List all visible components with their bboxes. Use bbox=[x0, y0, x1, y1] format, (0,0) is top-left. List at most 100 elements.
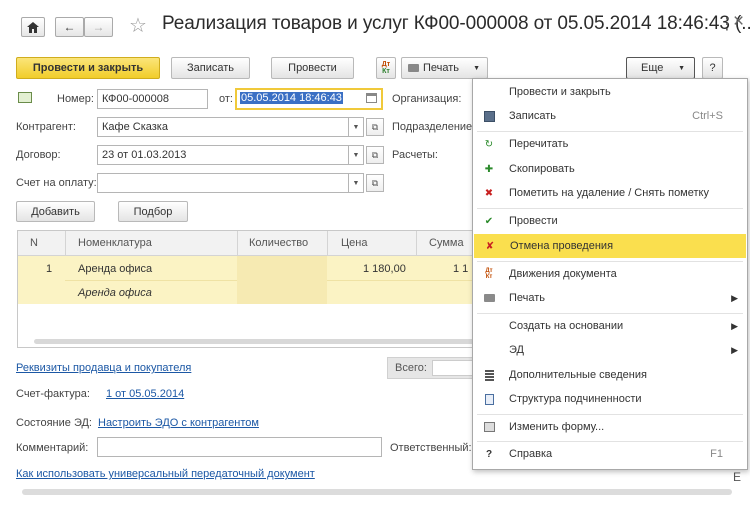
chevron-down-icon: ▼ bbox=[473, 64, 480, 72]
counterparty-open-button[interactable]: ⧉ bbox=[366, 118, 384, 136]
contract-label: Договор: bbox=[16, 149, 61, 161]
edge-label: Е bbox=[733, 470, 742, 484]
total-box: Всего: bbox=[387, 357, 478, 379]
contract-field[interactable]: 23 от 01.03.2013 bbox=[97, 145, 349, 165]
movements-icon: Дт Кт bbox=[485, 268, 493, 280]
row-price[interactable]: 1 180,00 bbox=[363, 263, 406, 275]
menu-item-save[interactable]: Записать Ctrl+S bbox=[473, 104, 747, 128]
counterparty-field[interactable]: Кафе Сказка bbox=[97, 117, 349, 137]
help-icon: ? bbox=[485, 448, 493, 460]
invoice-label: Счет на оплату: bbox=[16, 177, 97, 189]
pick-button[interactable]: Подбор bbox=[118, 201, 188, 222]
calendar-icon[interactable] bbox=[366, 93, 377, 103]
submenu-arrow-icon: ▶ bbox=[731, 292, 738, 303]
menu-item-ed[interactable]: ЭД ▶ bbox=[473, 338, 747, 362]
contract-dropdown[interactable]: ▼ bbox=[349, 145, 364, 165]
table-row[interactable]: 1 Аренда офиса Аренда офиса 1 180,00 1 1 bbox=[18, 256, 476, 304]
division-label: Подразделение: bbox=[392, 121, 476, 133]
upd-help-link[interactable]: Как использовать универсальный передаточ… bbox=[16, 468, 315, 480]
row-item-detail[interactable]: Аренда офиса bbox=[78, 287, 152, 299]
menu-item-post-and-close[interactable]: Провести и закрыть bbox=[473, 80, 747, 104]
more-button[interactable]: Еще ▼ bbox=[626, 57, 695, 79]
column-header-qty[interactable]: Количество bbox=[249, 237, 308, 249]
column-header-item[interactable]: Номенклатура bbox=[78, 237, 152, 249]
menu-item-mark-delete[interactable]: ✖ Пометить на удаление / Снять пометку bbox=[473, 181, 747, 205]
menu-item-copy[interactable]: ✚ Скопировать bbox=[473, 157, 747, 181]
submenu-arrow-icon: ▶ bbox=[731, 320, 738, 331]
menu-item-create-based[interactable]: Создать на основании ▶ bbox=[473, 314, 747, 338]
organization-label: Организация: bbox=[392, 93, 462, 105]
page-title: Реализация товаров и услуг КФ00-000008 о… bbox=[162, 13, 750, 34]
save-icon bbox=[482, 109, 496, 123]
post-button[interactable]: Провести bbox=[271, 57, 354, 79]
table-header: N Номенклатура Количество Цена Сумма bbox=[18, 231, 476, 256]
table-scrollbar[interactable] bbox=[34, 339, 476, 344]
home-icon bbox=[27, 21, 39, 33]
movements-icon: Дт Кт bbox=[381, 61, 391, 75]
invoice-field[interactable] bbox=[97, 173, 349, 193]
invoice-open-button[interactable]: ⧉ bbox=[366, 174, 384, 192]
edo-label: Состояние ЭД: bbox=[16, 417, 92, 429]
menu-item-print[interactable]: Печать ▶ bbox=[473, 286, 747, 310]
menu-item-movements[interactable]: Дт Кт Движения документа bbox=[473, 262, 747, 286]
counterparty-dropdown[interactable]: ▼ bbox=[349, 117, 364, 137]
print-button[interactable]: Печать ▼ bbox=[401, 57, 488, 79]
row-sum[interactable]: 1 1 bbox=[453, 263, 468, 275]
number-field[interactable]: КФ00-000008 bbox=[97, 89, 208, 109]
date-label: от: bbox=[219, 93, 233, 105]
chevron-down-icon: ▼ bbox=[352, 123, 360, 131]
contract-open-button[interactable]: ⧉ bbox=[366, 146, 384, 164]
chevron-down-icon: ▼ bbox=[352, 151, 360, 159]
post-and-close-button[interactable]: Провести и закрыть bbox=[16, 57, 160, 79]
forward-button[interactable]: → bbox=[84, 17, 113, 37]
printer-icon bbox=[482, 291, 496, 305]
total-label: Всего: bbox=[395, 362, 427, 374]
menu-item-structure[interactable]: Структура подчиненности bbox=[473, 387, 747, 411]
movements-button[interactable]: Дт Кт bbox=[376, 57, 396, 79]
row-item[interactable]: Аренда офиса bbox=[78, 263, 152, 275]
menu-item-help[interactable]: ? Справка F1 bbox=[473, 442, 747, 466]
help-button[interactable]: ? bbox=[702, 57, 723, 79]
more-actions-menu: Провести и закрыть Записать Ctrl+S ↻ Пер… bbox=[472, 78, 748, 470]
document-icon bbox=[18, 92, 32, 103]
edo-link[interactable]: Настроить ЭДО с контрагентом bbox=[98, 417, 259, 429]
column-header-sum[interactable]: Сумма bbox=[429, 237, 464, 249]
add-button[interactable]: Добавить bbox=[16, 201, 95, 222]
counterparty-label: Контрагент: bbox=[16, 121, 76, 133]
menu-item-change-form[interactable]: Изменить форму... bbox=[473, 415, 747, 439]
arrow-left-icon: ← bbox=[63, 20, 76, 34]
goods-table[interactable]: N Номенклатура Количество Цена Сумма 1 А… bbox=[17, 230, 477, 348]
printer-icon bbox=[408, 64, 419, 72]
structure-icon bbox=[482, 392, 496, 406]
form-scrollbar[interactable] bbox=[22, 489, 732, 495]
chevron-down-icon: ▼ bbox=[352, 179, 360, 187]
close-icon[interactable]: × bbox=[733, 11, 744, 33]
menu-item-post[interactable]: ✔ Провести bbox=[473, 209, 747, 233]
details-icon bbox=[482, 368, 496, 382]
chevron-down-icon: ▼ bbox=[678, 64, 685, 72]
save-button[interactable]: Записать bbox=[171, 57, 250, 79]
delete-mark-icon: ✖ bbox=[484, 187, 494, 199]
post-icon: ✔ bbox=[484, 215, 494, 227]
comment-field[interactable] bbox=[97, 437, 382, 457]
column-header-price[interactable]: Цена bbox=[341, 237, 367, 249]
settlements-label: Расчеты: bbox=[392, 149, 438, 161]
form-icon bbox=[482, 420, 496, 434]
menu-item-reread[interactable]: ↻ Перечитать bbox=[473, 132, 747, 156]
unpost-icon: ✘ bbox=[485, 240, 495, 252]
home-button[interactable] bbox=[21, 17, 45, 37]
requisites-link[interactable]: Реквизиты продавца и покупателя bbox=[16, 362, 191, 374]
open-icon: ⧉ bbox=[371, 149, 379, 160]
column-header-n[interactable]: N bbox=[30, 237, 38, 249]
menu-item-details[interactable]: Дополнительные сведения bbox=[473, 363, 747, 387]
row-number: 1 bbox=[46, 263, 53, 275]
date-field[interactable]: 05.05.2014 18:46:43 bbox=[235, 88, 383, 110]
open-icon: ⧉ bbox=[371, 177, 379, 188]
invoice-dropdown[interactable]: ▼ bbox=[349, 173, 364, 193]
favorite-star-icon[interactable]: ☆ bbox=[129, 13, 147, 38]
invoice-doc-link[interactable]: 1 от 05.05.2014 bbox=[106, 388, 184, 400]
arrow-right-icon: → bbox=[92, 20, 105, 34]
back-button[interactable]: ← bbox=[55, 17, 84, 37]
reread-icon: ↻ bbox=[484, 138, 494, 150]
menu-item-unpost[interactable]: ✘ Отмена проведения bbox=[474, 234, 746, 258]
